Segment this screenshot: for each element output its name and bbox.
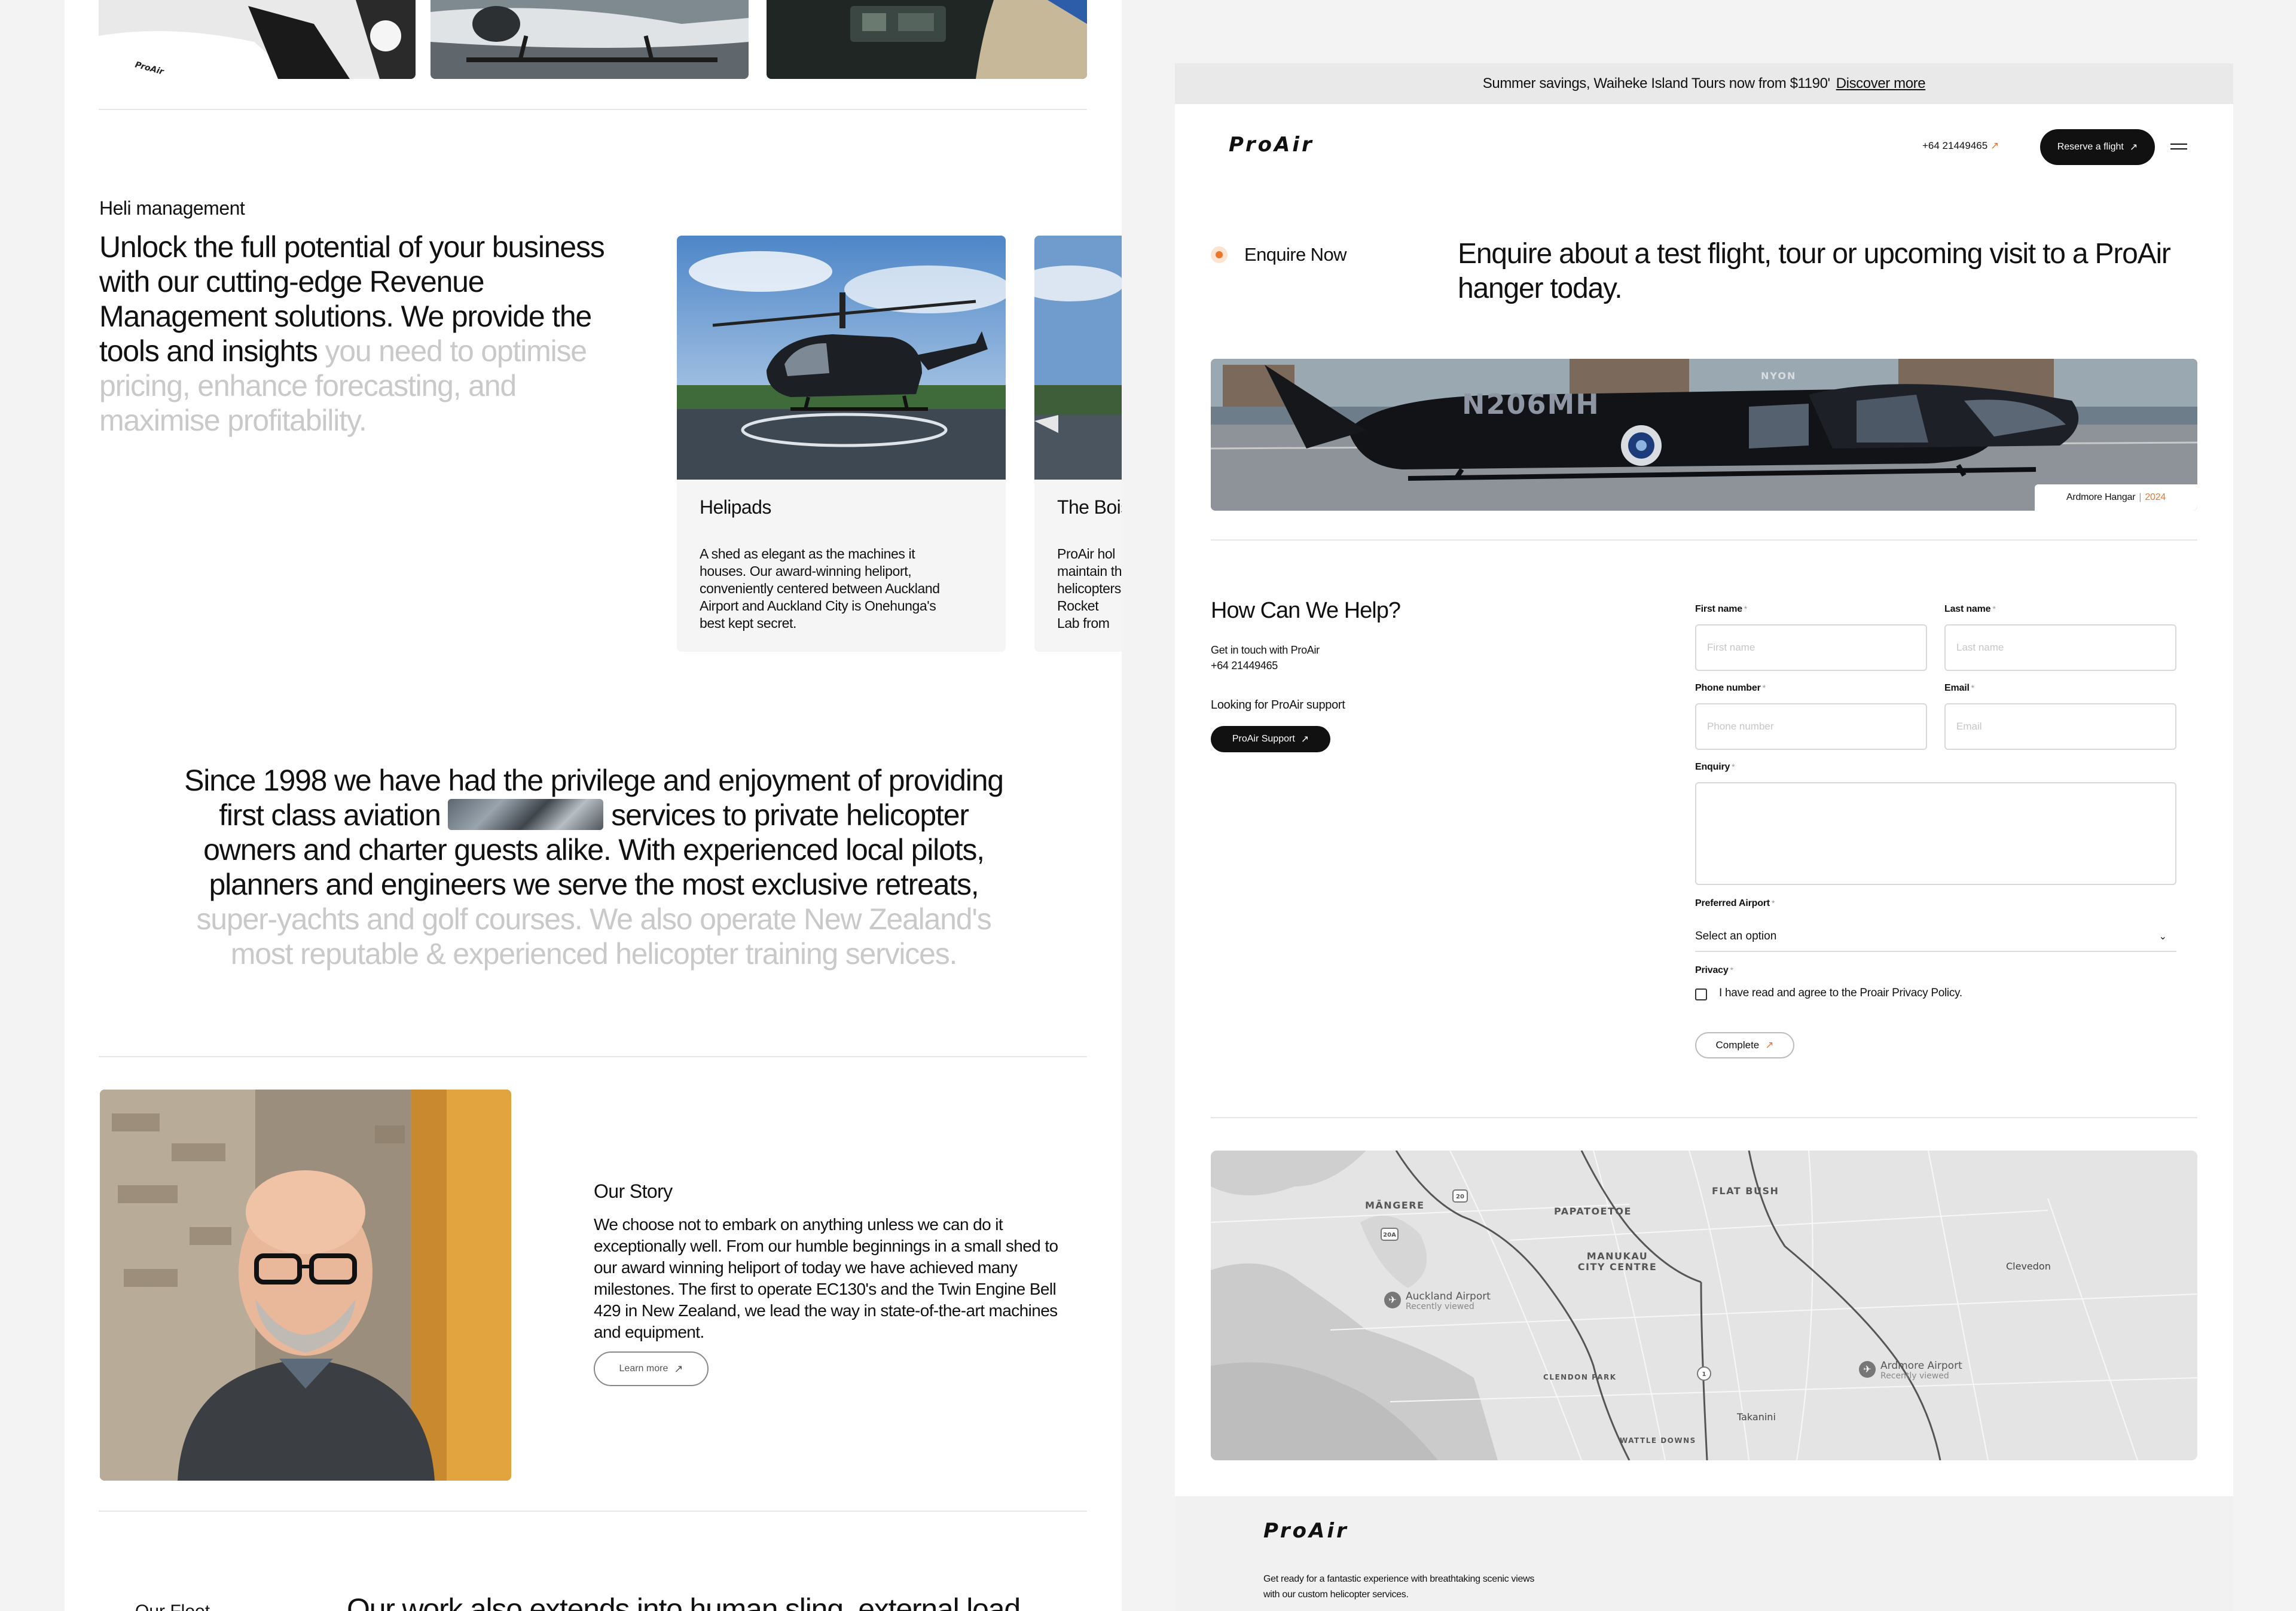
arrow-up-right-icon: ↗ — [1990, 140, 1999, 151]
heli-management-lead: Unlock the full potential of your busine… — [99, 230, 613, 438]
nav-phone: +64 21449465 — [1922, 140, 1988, 151]
privacy-label: Privacy * — [1695, 965, 1733, 975]
divider — [99, 109, 1087, 110]
first-name-label: First name * — [1695, 604, 1748, 614]
email-label: Email * — [1944, 683, 1974, 693]
fleet-lead: Our work also extends into human sling, … — [347, 1592, 1021, 1611]
proair-support-label: ProAir Support — [1232, 734, 1295, 744]
story-text: We choose not to embark on anything unle… — [594, 1215, 1058, 1341]
left-page: ProAir Heli management Unlock the full p… — [65, 0, 1122, 1611]
airport-pin-icon: ✈ — [1384, 1292, 1401, 1308]
privacy-text: I have read and agree to the Proair Priv… — [1719, 987, 1962, 999]
airport-select[interactable]: Select an option ⌄ — [1695, 922, 2176, 952]
first-name-input[interactable] — [1695, 624, 1927, 671]
last-name-input[interactable] — [1944, 624, 2176, 671]
footer-logo[interactable]: ProAir — [1263, 1519, 1349, 1543]
complete-button[interactable]: Complete ↗ — [1695, 1032, 1794, 1058]
location-map[interactable]: 20 20A 1 MĀNGERE PAPATOETOE FLAT BUSH MA… — [1211, 1151, 2197, 1460]
divider — [1211, 1117, 2197, 1118]
enquire-headline: Enquire about a test flight, tour or upc… — [1458, 238, 2171, 304]
reserve-flight-button[interactable]: Reserve a flight ↗ — [2040, 129, 2155, 165]
card-text: A shed as elegant as the machines it hou… — [700, 546, 940, 631]
menu-icon[interactable] — [2170, 142, 2187, 151]
card-image-helicopter — [677, 236, 1006, 480]
learn-more-label: Learn more — [619, 1363, 668, 1374]
map-label-manukau: MANUKAU CITY CENTRE — [1577, 1250, 1657, 1273]
email-input[interactable] — [1944, 703, 2176, 750]
map-label-takanini: Takanini — [1737, 1411, 1776, 1423]
enquiry-textarea[interactable] — [1695, 782, 2176, 885]
card-text: ProAir hol maintain th helicopters Rocke… — [1057, 546, 1122, 635]
promo-bar: Summer savings, Waiheke Island Tours now… — [1175, 63, 2233, 104]
help-contact-line2: +64 21449465 — [1211, 660, 1278, 672]
right-page: Summer savings, Waiheke Island Tours now… — [1175, 63, 2233, 1611]
map-label-mangere: MĀNGERE — [1365, 1200, 1425, 1211]
site-logo[interactable]: ProAir — [1229, 133, 1314, 157]
card-title: Helipads — [700, 496, 771, 518]
promo-text: Summer savings, Waiheke Island Tours now… — [1482, 75, 1830, 91]
route-badge: 20 — [1456, 1194, 1464, 1200]
thumb-cockpit — [767, 0, 1087, 79]
hero-badge-location: Ardmore Hangar — [2066, 492, 2136, 502]
help-contact-line1: Get in touch with ProAir — [1211, 644, 1320, 656]
portrait-photo — [100, 1090, 511, 1481]
card-the-bois[interactable]: The Bois ProAir hol maintain th helicopt… — [1034, 236, 1122, 652]
last-name-label: Last name * — [1944, 604, 1996, 614]
map-label-papatoetoe: PAPATOETOE — [1554, 1206, 1632, 1217]
promo-link[interactable]: Discover more — [1836, 75, 1926, 92]
airport-label: Preferred Airport * — [1695, 898, 1775, 908]
footer: ProAir Get ready for a fantastic experie… — [1175, 1496, 2233, 1611]
complete-label: Complete — [1715, 1039, 1760, 1051]
route-badge: 20A — [1383, 1232, 1396, 1238]
fleet-label: Our Fleet — [135, 1601, 210, 1611]
arrow-up-right-icon: ↗ — [674, 1362, 683, 1375]
nav-phone-link[interactable]: +64 21449465 ↗ — [1922, 140, 1999, 152]
pin-text: Ardmore Airport Recently viewed — [1880, 1360, 1962, 1381]
reserve-flight-label: Reserve a flight — [2057, 142, 2124, 152]
arrow-up-right-icon: ↗ — [1765, 1039, 1774, 1051]
help-title: How Can We Help? — [1211, 598, 1401, 623]
pin-text: Auckland Airport Recently viewed — [1406, 1290, 1491, 1312]
phone-label: Phone number * — [1695, 683, 1766, 693]
card-image-helicopter-2 — [1034, 236, 1122, 480]
story-title: Our Story — [594, 1180, 673, 1202]
divider — [99, 1056, 1087, 1057]
footer-text: Get ready for a fantastic experience wit… — [1263, 1574, 1535, 1600]
thumb-helicopter-skid — [430, 0, 749, 79]
card-helipads[interactable]: Helipads A shed as elegant as the machin… — [677, 236, 1006, 652]
learn-more-button[interactable]: Learn more ↗ — [594, 1351, 709, 1386]
hero-tail-number: N206MH — [1462, 388, 1600, 420]
phone-input[interactable] — [1695, 703, 1927, 750]
enquiry-label: Enquiry * — [1695, 762, 1735, 772]
support-label: Looking for ProAir support — [1211, 698, 1345, 712]
enquire-tag: Enquire Now — [1244, 244, 1347, 265]
pin-auckland-airport[interactable]: ✈ Auckland Airport Recently viewed — [1384, 1292, 1491, 1312]
privacy-checkbox[interactable] — [1695, 988, 1707, 1000]
map-label-wattle-downs: WATTLE DOWNS — [1620, 1436, 1696, 1445]
enquire-dot-icon — [1211, 246, 1228, 263]
hero-badge: Ardmore Hangar | 2024 — [2035, 484, 2197, 511]
airport-pin-icon: ✈ — [1859, 1361, 1876, 1378]
card-title: The Bois — [1057, 496, 1122, 518]
inline-engine-image — [448, 799, 604, 830]
pin-ardmore-airport[interactable]: ✈ Ardmore Airport Recently viewed — [1859, 1361, 1962, 1381]
section-eyebrow: Heli management — [99, 197, 245, 219]
divider — [1211, 539, 2197, 541]
badge-separator: | — [2139, 492, 2142, 502]
chevron-down-icon: ⌄ — [2158, 932, 2167, 942]
map-label-clevedon: Clevedon — [2006, 1261, 2051, 1272]
arrow-up-right-icon: ↗ — [1300, 734, 1309, 745]
since-faded-text: super-yachts and golf courses. We also o… — [196, 902, 991, 971]
since-1998-statement: Since 1998 we have had the privilege and… — [172, 763, 1015, 971]
airport-select-value: Select an option — [1695, 930, 1777, 942]
map-label-flat-bush: FLAT BUSH — [1712, 1185, 1779, 1197]
hero-badge-year: 2024 — [2145, 492, 2166, 502]
arrow-up-right-icon: ↗ — [2129, 142, 2138, 152]
thumb-helicopter-detail: ProAir — [99, 0, 416, 79]
map-label-clendon-park: CLENDON PARK — [1543, 1373, 1617, 1381]
route-badge: 1 — [1702, 1371, 1706, 1378]
proair-support-button[interactable]: ProAir Support ↗ — [1211, 726, 1330, 752]
hero-livery-text: NYON — [1761, 370, 1796, 382]
divider — [99, 1511, 1087, 1512]
